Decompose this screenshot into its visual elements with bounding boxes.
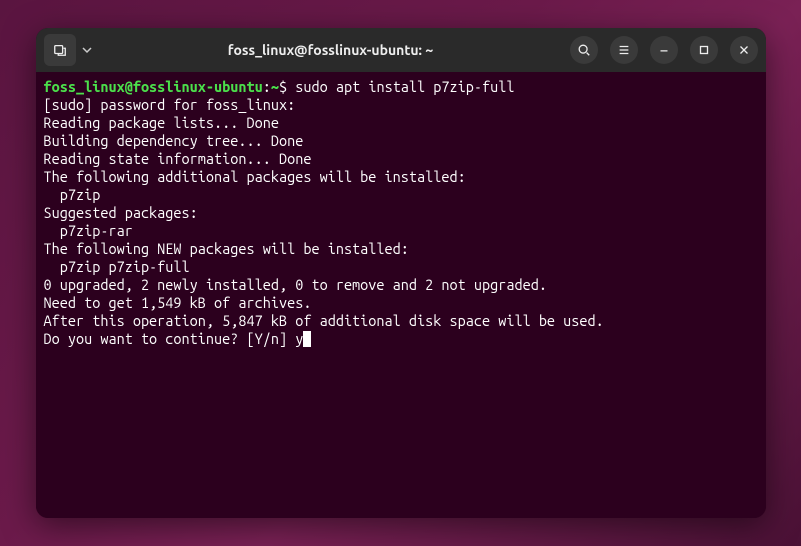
titlebar-left [44, 34, 92, 66]
output-line: The following additional packages will b… [44, 168, 466, 185]
terminal-window: foss_linux@fosslinux-ubuntu: ~ foss_linu… [36, 28, 766, 518]
cursor [303, 331, 311, 347]
output-line: The following NEW packages will be insta… [44, 240, 409, 257]
prompt-symbol: $ [279, 78, 287, 95]
output-line: p7zip [44, 186, 101, 203]
output-line: 0 upgraded, 2 newly installed, 0 to remo… [44, 276, 547, 293]
window-title: foss_linux@fosslinux-ubuntu: ~ [98, 42, 564, 58]
prompt-path: ~ [271, 78, 279, 95]
user-input: y [295, 330, 303, 347]
minimize-icon [657, 43, 671, 57]
output-line: Suggested packages: [44, 204, 198, 221]
output-line: Need to get 1,549 kB of archives. [44, 294, 312, 311]
command-text: sudo apt install p7zip-full [295, 78, 514, 95]
new-tab-button[interactable] [44, 34, 76, 66]
search-button[interactable] [570, 36, 598, 64]
output-line: [sudo] password for foss_linux: [44, 96, 296, 113]
output-line: Reading state information... Done [44, 150, 312, 167]
maximize-button[interactable] [690, 36, 718, 64]
output-line: Building dependency tree... Done [44, 132, 304, 149]
terminal-body[interactable]: foss_linux@fosslinux-ubuntu:~$ sudo apt … [36, 72, 766, 518]
close-icon [737, 43, 751, 57]
output-line: p7zip-rar [44, 222, 133, 239]
titlebar-right [570, 36, 758, 64]
menu-button[interactable] [610, 36, 638, 64]
output-line: Reading package lists... Done [44, 114, 279, 131]
prompt-separator: : [263, 78, 271, 95]
maximize-icon [697, 43, 711, 57]
titlebar: foss_linux@fosslinux-ubuntu: ~ [36, 28, 766, 72]
output-line: p7zip p7zip-full [44, 258, 190, 275]
hamburger-icon [617, 43, 631, 57]
close-button[interactable] [730, 36, 758, 64]
search-icon [577, 43, 591, 57]
minimize-button[interactable] [650, 36, 678, 64]
prompt-user-host: foss_linux@fosslinux-ubuntu [44, 78, 263, 95]
output-line: After this operation, 5,847 kB of additi… [44, 312, 604, 329]
output-line: Do you want to continue? [Y/n] [44, 330, 296, 347]
chevron-down-icon[interactable] [82, 45, 92, 55]
